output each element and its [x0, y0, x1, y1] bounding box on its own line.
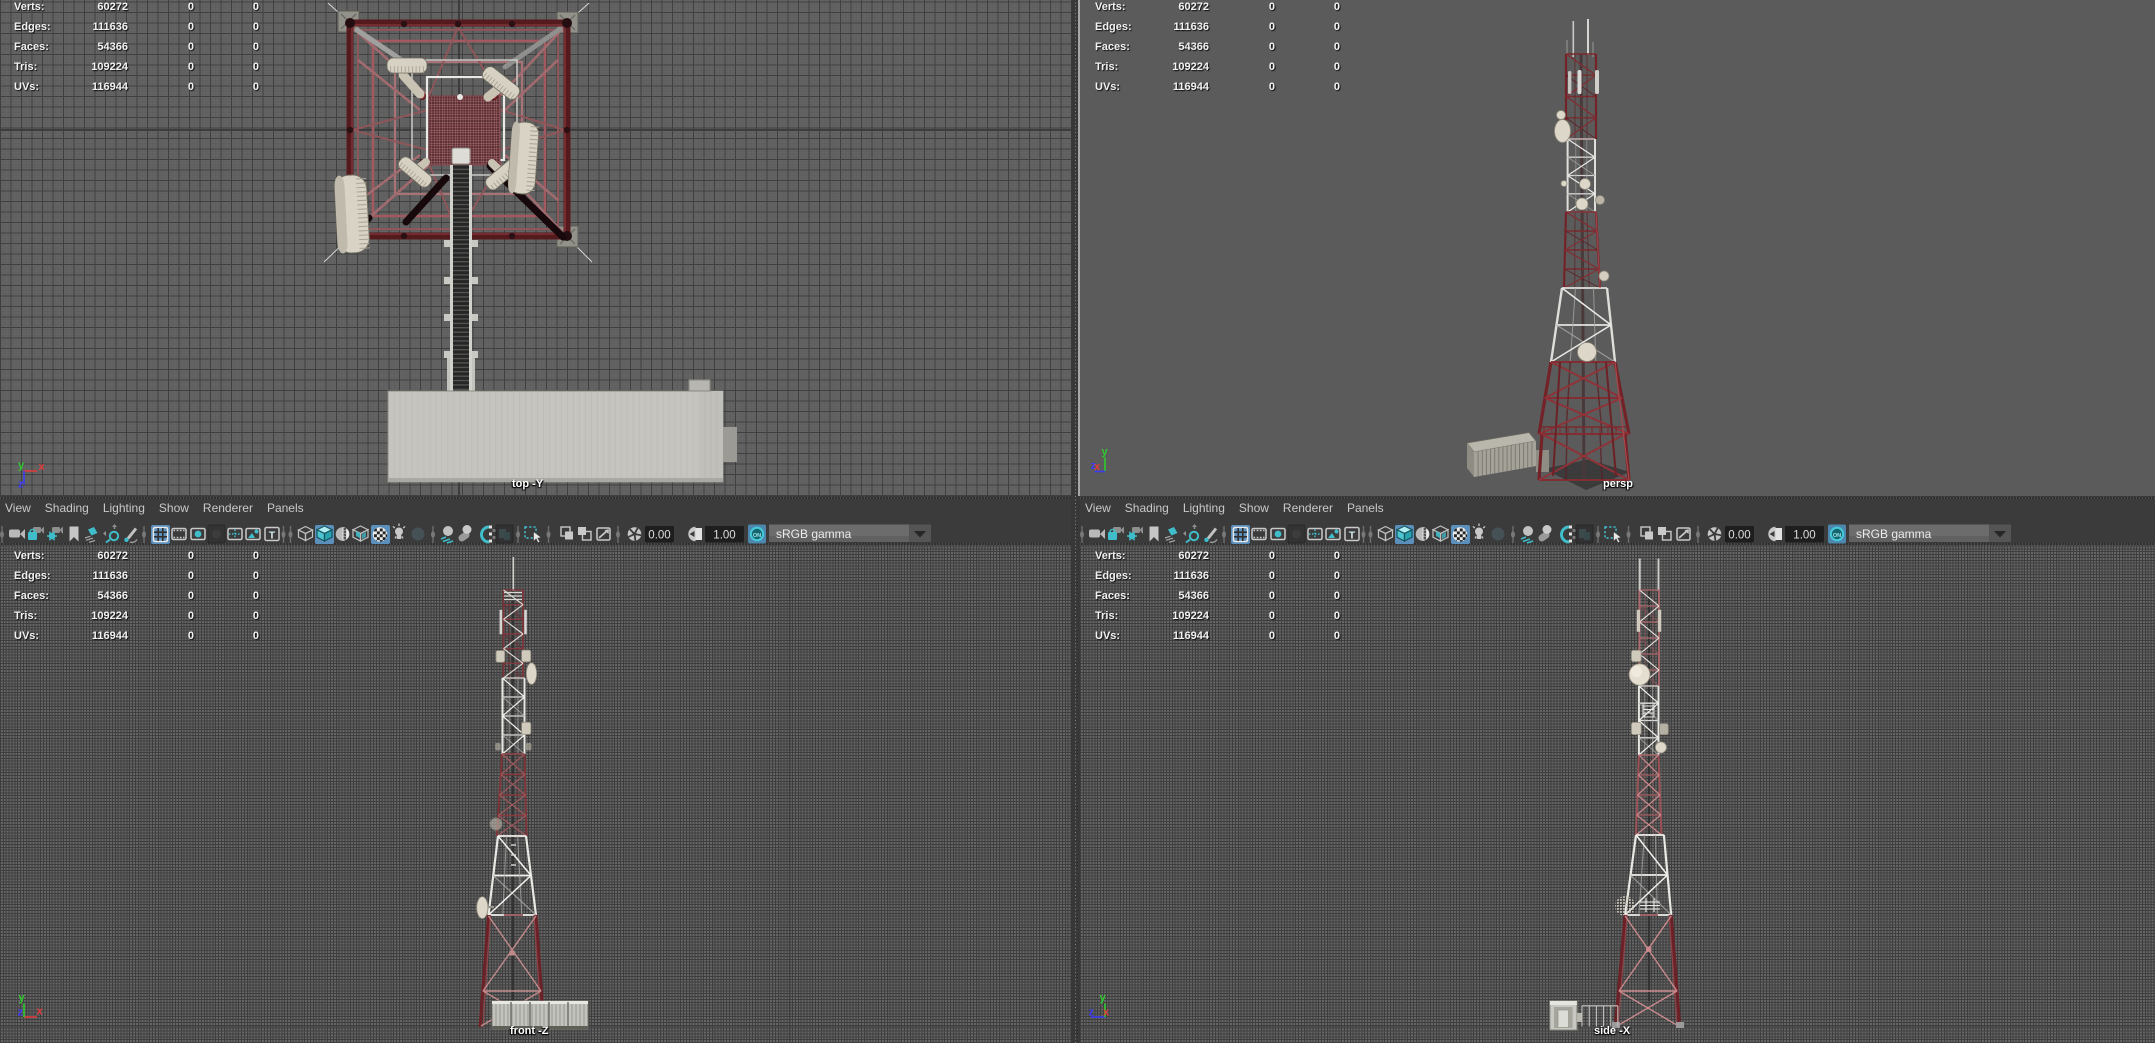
svg-text:sRGB gamma: sRGB gamma — [1856, 527, 1932, 541]
svg-text:0.00: 0.00 — [1728, 529, 1750, 541]
svg-text:x: x — [1103, 1007, 1110, 1019]
svg-text:1.00: 1.00 — [713, 529, 735, 541]
svg-text:x: x — [37, 1006, 44, 1018]
svg-text:sRGB gamma: sRGB gamma — [776, 527, 852, 541]
svg-text:x: x — [1094, 461, 1101, 473]
svg-text:z: z — [1089, 1007, 1095, 1019]
svg-text:y: y — [18, 460, 25, 472]
svg-text:x: x — [39, 461, 46, 473]
svg-text:y: y — [1100, 992, 1107, 1004]
svg-text:y: y — [19, 992, 26, 1004]
svg-text:z: z — [18, 479, 24, 491]
svg-text:T: T — [1349, 530, 1356, 542]
svg-text:ON: ON — [1833, 533, 1841, 539]
svg-text:T: T — [269, 530, 276, 542]
svg-text:z: z — [18, 1007, 24, 1019]
svg-text:y: y — [1102, 446, 1109, 458]
svg-text:0.00: 0.00 — [648, 529, 670, 541]
svg-text:ON: ON — [753, 533, 761, 539]
svg-text:1.00: 1.00 — [1793, 529, 1815, 541]
